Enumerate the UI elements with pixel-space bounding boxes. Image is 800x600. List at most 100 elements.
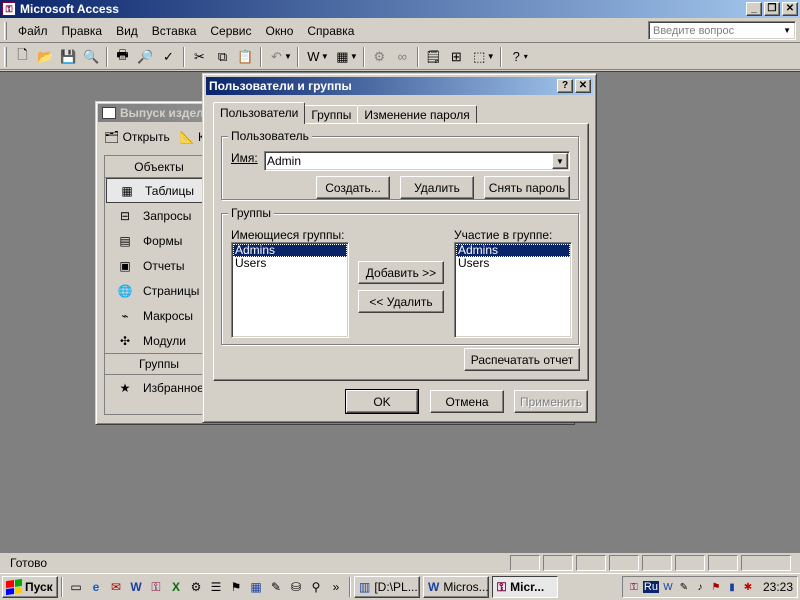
user-name-combo[interactable]: Admin ▼ (264, 151, 570, 171)
groups-header[interactable]: Группы (105, 353, 213, 375)
remove-from-group-button[interactable]: << Удалить (358, 290, 444, 313)
cancel-button[interactable]: Отмена (430, 390, 504, 413)
menu-tools[interactable]: Сервис (203, 22, 258, 40)
menu-insert[interactable]: Вставка (145, 22, 204, 40)
word-icon[interactable]: W (126, 577, 146, 597)
office-links-dropdown-icon[interactable]: ▼ (321, 52, 329, 61)
analyze-dropdown-icon[interactable]: ▼ (350, 52, 358, 61)
tray-app-icon[interactable]: ✎ (677, 580, 691, 594)
design-icon: 📐 (179, 130, 195, 144)
tray-app-icon[interactable]: ⚑ (709, 580, 723, 594)
internet-explorer-icon[interactable]: e (86, 577, 106, 597)
app-icon[interactable]: ⚙ (186, 577, 206, 597)
objects-item-tables[interactable]: ▦ Таблицы (106, 178, 212, 203)
menu-help[interactable]: Справка (300, 22, 361, 40)
cut-icon[interactable]: ✂ (188, 46, 211, 68)
task-button-word[interactable]: W Micros... (423, 576, 489, 598)
ask-question-placeholder: Введите вопрос (653, 24, 735, 37)
menu-grip[interactable] (4, 21, 7, 40)
ask-question-box[interactable]: Введите вопрос ▼ (648, 21, 796, 40)
tab-groups[interactable]: Группы (304, 105, 359, 124)
clock[interactable]: 23:23 (763, 580, 793, 594)
undo-dropdown-icon[interactable]: ▼ (284, 52, 292, 61)
tab-change-password[interactable]: Изменение пароля (357, 105, 477, 124)
copy-icon[interactable]: ⧉ (211, 46, 234, 68)
member-groups-list[interactable]: Admins Users (454, 242, 572, 338)
objects-item-modules[interactable]: ✣ Модули (105, 328, 213, 353)
access-icon[interactable]: ⚿ (146, 577, 166, 597)
groups-item-favorites[interactable]: ★ Избранное (105, 375, 213, 400)
print-icon[interactable]: 🖶 (111, 46, 134, 68)
save-icon[interactable]: 💾 (57, 46, 80, 68)
spelling-icon[interactable]: ✓ (157, 46, 180, 68)
objects-item-reports[interactable]: ▣ Отчеты (105, 253, 213, 278)
apply-button[interactable]: Применить (514, 390, 588, 413)
toolbar-options-icon[interactable]: ▾ (524, 52, 528, 61)
list-item[interactable]: Users (456, 257, 570, 270)
start-button[interactable]: Пуск (2, 576, 58, 598)
new-object-dropdown-icon[interactable]: ▼ (487, 52, 495, 61)
file-search-icon[interactable]: 🔍 (80, 46, 103, 68)
app-icon[interactable]: ✎ (266, 577, 286, 597)
quick-launch-more-icon[interactable]: » (326, 577, 346, 597)
list-item[interactable]: Users (233, 257, 347, 270)
toolbar-grip[interactable] (4, 46, 7, 67)
tray-app-icon[interactable]: ▮ (725, 580, 739, 594)
objects-item-queries[interactable]: ⊟ Запросы (105, 203, 213, 228)
ok-button[interactable]: OK (345, 389, 419, 414)
dialog-help-button[interactable]: ? (557, 79, 573, 93)
objects-item-macros[interactable]: ⌁ Макросы (105, 303, 213, 328)
users-and-groups-dialog[interactable]: Пользователи и группы ? ✕ Пользователи Г… (202, 73, 597, 423)
clear-password-button[interactable]: Снять пароль (484, 176, 570, 199)
objects-header[interactable]: Объекты (105, 156, 213, 178)
script-icon[interactable]: ∞ (391, 46, 414, 68)
language-indicator[interactable]: Ru (642, 581, 659, 593)
chevron-down-icon[interactable]: ▼ (783, 26, 791, 35)
restore-button[interactable]: ❐ (764, 2, 780, 16)
access-key-icon[interactable]: ⚿ (2, 2, 16, 16)
app-icon[interactable]: ▦ (246, 577, 266, 597)
new-icon[interactable]: 🗋 (11, 46, 34, 68)
properties-icon[interactable]: 🗒 (422, 46, 445, 68)
volume-icon[interactable]: ♪ (693, 580, 707, 594)
objects-item-forms[interactable]: ▤ Формы (105, 228, 213, 253)
dialog-title-bar[interactable]: Пользователи и группы ? ✕ (206, 77, 593, 95)
tray-app-icon[interactable]: W (661, 580, 675, 594)
excel-icon[interactable]: X (166, 577, 186, 597)
outlook-express-icon[interactable]: ✉ (106, 577, 126, 597)
objects-item-pages[interactable]: 🌐 Страницы (105, 278, 213, 303)
menu-edit[interactable]: Правка (55, 22, 110, 40)
delete-user-button[interactable]: Удалить (400, 176, 474, 199)
tray-app-icon[interactable]: ✱ (741, 580, 755, 594)
app-title-bar[interactable]: ⚿ Microsoft Access _ ❐ ✕ (0, 0, 800, 18)
task-button-explorer[interactable]: ▥ [D:\PL... (354, 576, 420, 598)
app-icon[interactable]: ⛁ (286, 577, 306, 597)
menu-window[interactable]: Окно (258, 22, 300, 40)
status-cell (576, 555, 606, 571)
open-object-button[interactable]: 🗂 Открыть (104, 130, 170, 144)
open-icon[interactable]: 📂 (34, 46, 57, 68)
form-icon: ▤ (119, 233, 131, 248)
tab-users[interactable]: Пользователи (213, 102, 306, 124)
task-button-access[interactable]: ⚿ Micr... (492, 576, 558, 598)
print-preview-icon[interactable]: 🔎 (134, 46, 157, 68)
name-label: Имя: (231, 151, 258, 165)
app-icon[interactable]: ⚑ (226, 577, 246, 597)
app-icon[interactable]: ☰ (206, 577, 226, 597)
menu-file[interactable]: Файл (11, 22, 55, 40)
available-groups-list[interactable]: Admins Users (231, 242, 349, 338)
add-to-group-button[interactable]: Добавить >> (358, 261, 444, 284)
show-desktop-icon[interactable]: ▭ (66, 577, 86, 597)
close-button[interactable]: ✕ (782, 2, 798, 16)
chevron-down-icon[interactable]: ▼ (552, 153, 568, 169)
create-user-button[interactable]: Создать... (316, 176, 390, 199)
dialog-close-button[interactable]: ✕ (575, 79, 591, 93)
app-icon[interactable]: ⚲ (306, 577, 326, 597)
paste-icon[interactable]: 📋 (234, 46, 257, 68)
menu-view[interactable]: Вид (109, 22, 145, 40)
code-icon[interactable]: ⚙ (368, 46, 391, 68)
minimize-button[interactable]: _ (746, 2, 762, 16)
relationships-icon[interactable]: ⊞ (445, 46, 468, 68)
print-report-button[interactable]: Распечатать отчет (464, 348, 580, 371)
tray-app-icon[interactable]: ⚿ (627, 580, 641, 594)
